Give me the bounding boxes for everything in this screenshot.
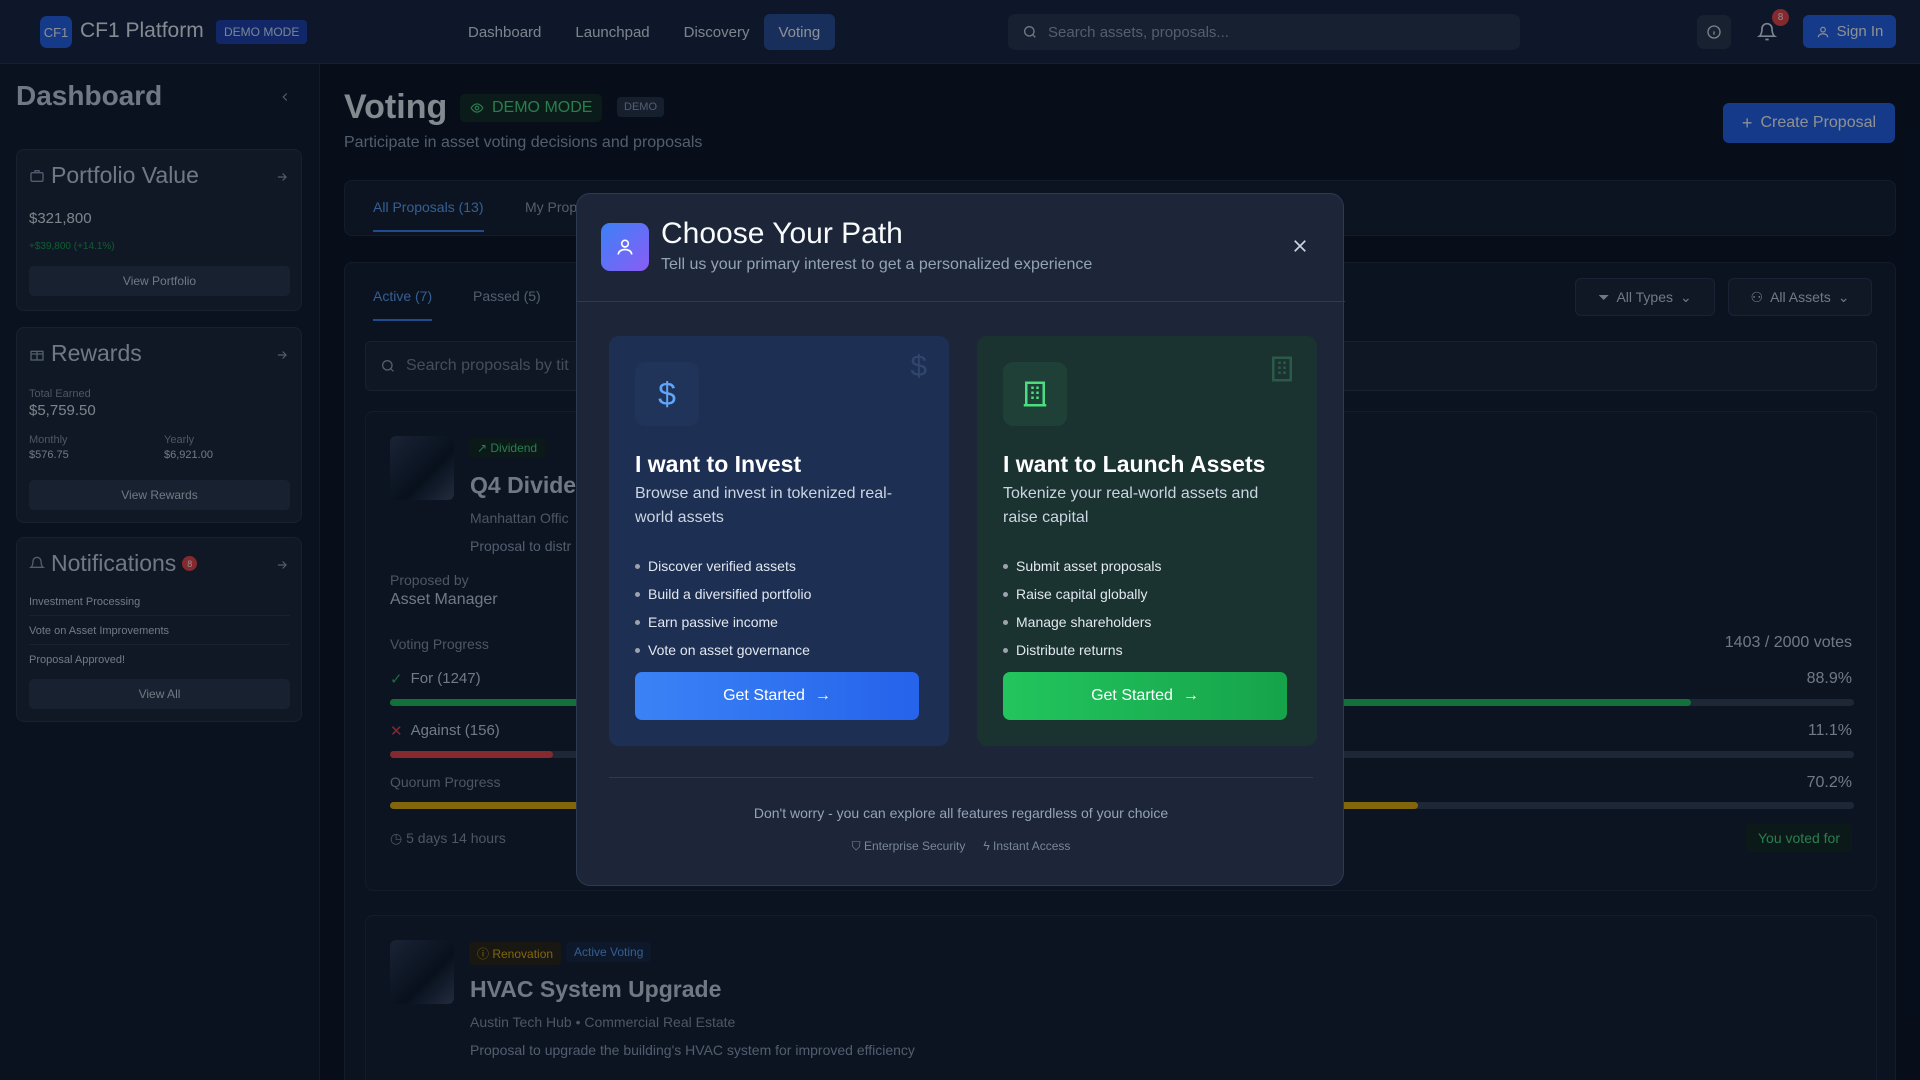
arrow-right-icon: → — [1182, 687, 1199, 704]
list-item: Vote on asset governance — [635, 636, 811, 664]
list-item: Manage shareholders — [1003, 608, 1162, 636]
enterprise-security-text: Enterprise Security — [863, 839, 966, 853]
instant-access: ϟ Instant Access — [983, 839, 1070, 854]
trust-badges: ⛉ Enterprise Security ϟ Instant Access — [577, 839, 1345, 854]
lightning-icon: ϟ — [983, 839, 994, 853]
launch-path-card[interactable]: I want to Launch Assets Tokenize your re… — [977, 336, 1317, 746]
building-watermark-icon — [1272, 356, 1292, 382]
choose-path-modal: Choose Your Path Tell us your primary in… — [576, 193, 1345, 886]
dollar-icon: $ — [635, 362, 699, 426]
modal-divider — [577, 301, 1345, 302]
list-item: Earn passive income — [635, 608, 811, 636]
list-item: Build a diversified portfolio — [635, 580, 811, 608]
invest-get-started-button[interactable]: Get Started → — [635, 672, 919, 720]
footer-divider — [609, 777, 1313, 778]
launch-description: Tokenize your real-world assets and rais… — [1003, 485, 1259, 526]
invest-button-label: Get Started — [723, 687, 805, 704]
close-icon[interactable] — [1291, 237, 1309, 255]
modal-subtitle: Tell us your primary interest to get a p… — [661, 256, 1093, 273]
invest-description: Browse and invest in tokenized real-worl… — [635, 485, 893, 526]
launch-get-started-button[interactable]: Get Started → — [1003, 672, 1287, 720]
list-item: Submit asset proposals — [1003, 552, 1162, 580]
launch-features: Submit asset proposals Raise capital glo… — [1003, 552, 1162, 664]
list-item: Raise capital globally — [1003, 580, 1162, 608]
arrow-right-icon: → — [814, 687, 831, 704]
enterprise-security: ⛉ Enterprise Security — [852, 839, 966, 854]
modal-footer-text: Don't worry - you can explore all featur… — [753, 805, 1169, 821]
launch-button-label: Get Started — [1091, 687, 1173, 704]
dollar-watermark-icon: $ — [910, 350, 927, 383]
invest-title: I want to Invest — [635, 451, 802, 477]
modal-title: Choose Your Path — [661, 217, 903, 250]
shield-icon: ⛉ — [851, 839, 864, 853]
launch-title: I want to Launch Assets — [1003, 451, 1266, 477]
list-item: Distribute returns — [1003, 636, 1162, 664]
list-item: Discover verified assets — [635, 552, 811, 580]
building-icon — [1003, 362, 1067, 426]
instant-access-text: Instant Access — [993, 839, 1071, 853]
invest-features: Discover verified assets Build a diversi… — [635, 552, 811, 664]
invest-path-card[interactable]: $ $ I want to Invest Browse and invest i… — [609, 336, 949, 746]
user-icon — [601, 223, 649, 271]
